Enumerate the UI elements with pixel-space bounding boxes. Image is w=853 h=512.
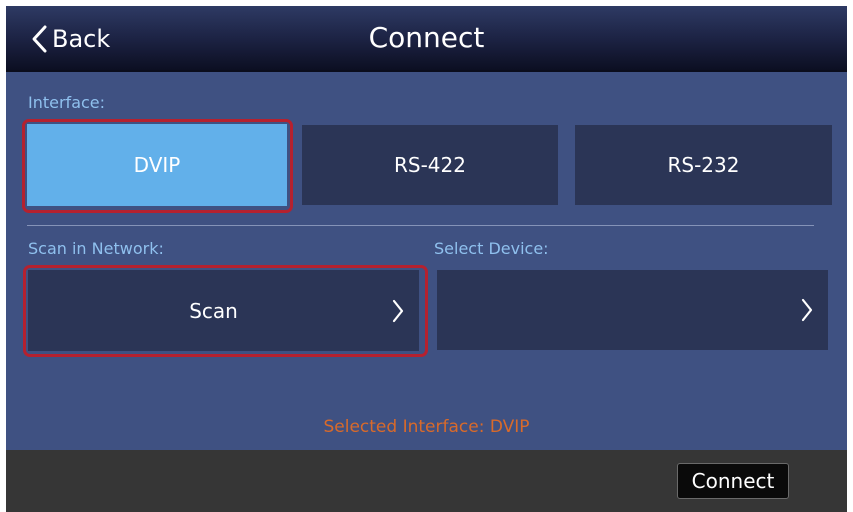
chevron-right-icon <box>801 298 813 322</box>
scan-button-label: Scan <box>189 298 238 323</box>
interface-option-dvip[interactable]: DVIP <box>27 124 287 206</box>
connect-screen: Back Connect Interface: DVIP RS-422 RS-2… <box>6 6 847 512</box>
select-device-label: Select Device: <box>434 239 549 258</box>
interface-label: Interface: <box>28 93 106 112</box>
scan-button[interactable]: Scan <box>28 270 419 351</box>
connect-button[interactable]: Connect <box>677 463 789 499</box>
select-device-field[interactable] <box>437 270 828 350</box>
section-divider <box>27 225 814 226</box>
footer-bar: Connect <box>6 450 847 512</box>
scan-label: Scan in Network: <box>28 239 164 258</box>
interface-option-rs-422[interactable]: RS-422 <box>302 125 558 205</box>
header-bar: Back Connect <box>6 6 847 72</box>
page-title: Connect <box>368 21 485 54</box>
selected-interface-status: Selected Interface: DVIP <box>323 417 530 437</box>
chevron-right-icon <box>392 299 404 322</box>
interface-option-rs-232[interactable]: RS-232 <box>575 125 832 205</box>
